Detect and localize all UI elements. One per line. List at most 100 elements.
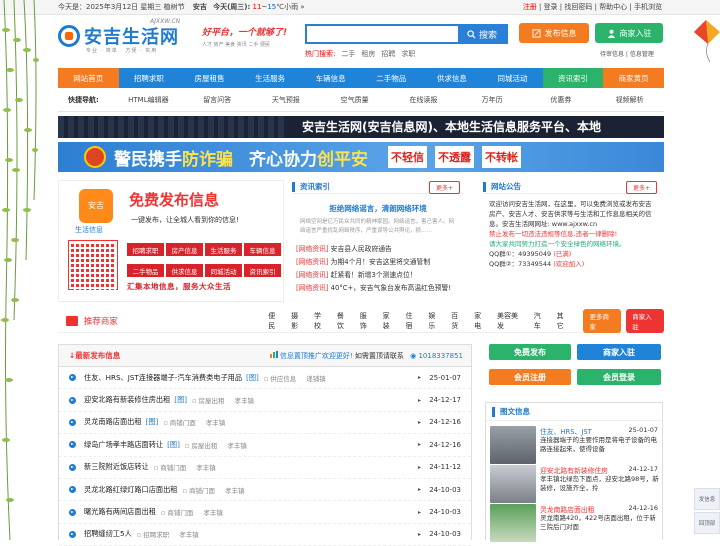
row-title[interactable]: 迎安北路有新装修住房出租 [84,395,170,405]
merchant-cat[interactable]: 家装 [383,311,397,331]
search-button[interactable]: 搜索 [458,26,506,42]
merchant-cat[interactable]: 娱乐 [428,311,442,331]
login-link[interactable]: 登录 [544,3,558,11]
item-thumbnail[interactable] [490,465,536,503]
item-title[interactable]: 迎安北路有新装修住房 [540,465,608,475]
qq-state[interactable]: (欢迎加入) [553,260,584,268]
ad-category[interactable]: 车辆信息 [244,243,281,256]
quick-item[interactable]: 空气质量 [320,95,389,105]
promo-text[interactable]: 信息置顶推广欢迎更好! [280,352,353,360]
login-button[interactable]: 会员登录 [577,369,661,385]
ad-category[interactable]: 同城活动 [205,264,242,277]
quick-item[interactable]: 留言问答 [183,95,252,105]
nav-supply[interactable]: 供求信息 [422,68,483,88]
help-link[interactable]: 帮助中心 [599,3,627,11]
nav-yellowpages[interactable]: 商家黄页 [603,68,664,88]
news-more-button[interactable]: 更多+ [428,181,460,194]
quick-item[interactable]: HTML编辑器 [114,95,183,105]
free-publish-ad[interactable]: 安吉 生活信息 免费发布信息 一键发布，让全城人看到你的信息! 招聘求职 房产信… [58,180,284,302]
mobile-link[interactable]: 手机浏览 [634,3,662,11]
hot-search-item[interactable]: 招聘 [381,50,395,58]
weather-more-icon[interactable]: » [300,3,304,11]
ad-category[interactable]: 资讯索引 [244,264,281,277]
quick-item[interactable]: 视频解析 [595,95,664,105]
picture-item[interactable]: 迎安北路有新装修住房 24-12-17 孝丰镇北绿岛下面点，迎安北路98号，新装… [490,465,660,503]
table-row[interactable]: 住友、HRS、JST连接器端子-汽车消费类电子用品 [图] ▫ 供应信息 递铺镇 ▸ 25… [59,367,471,390]
table-row[interactable]: 曙光路有两间店面出租 ▫ 商铺门面 孝丰镇 ▸ 24-10-03 [59,501,471,524]
publish-info-button[interactable]: 发布信息 [519,23,589,43]
row-title[interactable]: 新三院附近饭店转让 [84,462,149,472]
merchant-cat[interactable]: 住宿 [405,311,419,331]
hot-search-item[interactable]: 二手 [341,50,355,58]
merchant-cat[interactable]: 摄影 [291,311,305,331]
item-title[interactable]: 灵龙南路店面出租 [540,504,594,514]
table-row[interactable]: 招聘缝纫工5人 ▫ 招聘求职 孝丰镇 ▸ 24-10-03 [59,524,471,546]
table-row[interactable]: 新三院附近饭店转让 ▫ 商铺门面 孝丰镇 ▸ 24-11-12 [59,457,471,479]
ad-category[interactable]: 生活服务 [205,243,242,256]
news-item[interactable]: [网络资讯] 为期4个月！安吉这里将交通管制 [296,256,460,266]
news-headline[interactable]: 拒绝网络谣言，清朗网络环境 [292,203,464,214]
ad-category[interactable]: 房产信息 [166,243,203,256]
quick-item[interactable]: 万年历 [458,95,527,105]
hot-search-item[interactable]: 租房 [361,50,375,58]
table-row[interactable]: 灵龙南路店面出租 [图] ▫ 商铺门面 孝丰镇 ▸ 24-12-16 [59,412,471,435]
ad-category[interactable]: 二手物品 [127,264,164,277]
site-logo[interactable]: 安吉生活网 AJXXW.CN 专业 · 简单 · 方便 · 实用 [58,18,180,54]
news-item[interactable]: [网络资讯] 40°C+，安吉气象台发布高温红色预警! [296,282,460,292]
register-link[interactable]: 注册 [523,3,537,11]
merchant-cat[interactable]: 家电 [474,311,488,331]
row-title[interactable]: 绿岛广场孝丰路店面转让 [84,440,163,450]
register-button[interactable]: 会员注册 [489,369,571,385]
promo-tel[interactable]: 1018337851 [418,352,463,360]
picture-item[interactable]: 灵龙南路店面出租 24-12-16 灵龙南路420，422号店面出租，位于新三院… [490,504,660,542]
table-row[interactable]: 绿岛广场孝丰路店面转让 [图] ▫ 房屋出租 孝丰镇 ▸ 24-12-16 [59,434,471,457]
merchant-join-side-button[interactable]: 商家入驻 [577,344,661,360]
hot-search-item[interactable]: 求职 [401,50,415,58]
news-item[interactable]: [网络资讯] 安吉县人民政府通告 [296,243,460,253]
free-publish-button[interactable]: 免费发布 [489,344,571,360]
pending-manage-links[interactable]: 待审信息 | 信息管理 [600,49,654,58]
row-title[interactable]: 住友、HRS、JST连接器端子-汽车消费类电子用品 [84,373,242,383]
merchant-cat[interactable]: 学校 [314,311,328,331]
merchant-join-small-button[interactable]: 商家入驻 [626,308,664,333]
quick-item[interactable]: 在线读报 [389,95,458,105]
more-merchants-button[interactable]: 更多商家 [583,308,622,333]
item-thumbnail[interactable] [490,426,536,464]
quick-item[interactable]: 优惠券 [527,95,596,105]
merchant-cat[interactable]: 美容美发 [497,311,525,331]
nav-jobs[interactable]: 招聘求职 [119,68,180,88]
news-item[interactable]: [网络资讯] 赶紧看！新增3个测速点位！ [296,269,460,279]
table-row[interactable]: 迎安北路有新装修住房出租 [图] ▫ 房屋出租 孝丰镇 ▸ 24-12-17 [59,389,471,412]
nav-housing[interactable]: 房屋租售 [179,68,240,88]
row-title[interactable]: 灵龙南路店面出租 [84,417,142,427]
table-row[interactable]: 灵龙北路红绿灯路口店面出租 ▫ 商铺门面 孝丰镇 ▸ 24-10-03 [59,479,471,502]
nav-secondhand[interactable]: 二手物品 [361,68,422,88]
nav-vehicles[interactable]: 车辆信息 [300,68,361,88]
merchant-cat[interactable]: 餐饮 [337,311,351,331]
back-to-top-button[interactable]: 回顶部 [694,512,720,534]
merchant-cat[interactable]: 服饰 [360,311,374,331]
merchant-cat[interactable]: 百货 [451,311,465,331]
search-input[interactable] [307,26,458,42]
anti-fraud-banner[interactable]: 警民携手防诈骗 齐心协力创平安 不轻信 不透露 不转帐 [58,142,664,172]
ad-category[interactable]: 供求信息 [166,264,203,277]
nav-services[interactable]: 生活服务 [240,68,301,88]
row-title[interactable]: 招聘缝纫工5人 [84,529,132,539]
quick-item[interactable]: 天气预报 [252,95,321,105]
find-password-link[interactable]: 找回密码 [564,3,592,11]
merchant-join-button[interactable]: 商家入驻 [595,23,663,43]
float-publish-button[interactable]: 发信息 [694,488,720,510]
item-thumbnail[interactable] [490,504,536,542]
merchant-cat[interactable]: 汽车 [534,311,548,331]
row-title[interactable]: 曙光路有两间店面出租 [84,507,156,517]
row-title[interactable]: 灵龙北路红绿灯路口店面出租 [84,485,177,495]
item-title[interactable]: 住友、HRS、JST [540,426,592,436]
picture-item[interactable]: 住友、HRS、JST 25-01-07 连接器端子的主要作用是将电子设备的电路连… [490,426,660,464]
nav-home[interactable]: 网站首页 [58,68,119,88]
merchant-cat[interactable]: 其它 [557,311,571,331]
nav-events[interactable]: 同城活动 [482,68,543,88]
site-banner[interactable]: 安吉生活网(安吉信息网)、本地生活信息服务平台、本地 [58,116,664,138]
notice-more-button[interactable]: 更多+ [625,181,657,194]
merchant-cat[interactable]: 便民 [268,311,282,331]
nav-news[interactable]: 资讯索引 [542,68,604,88]
